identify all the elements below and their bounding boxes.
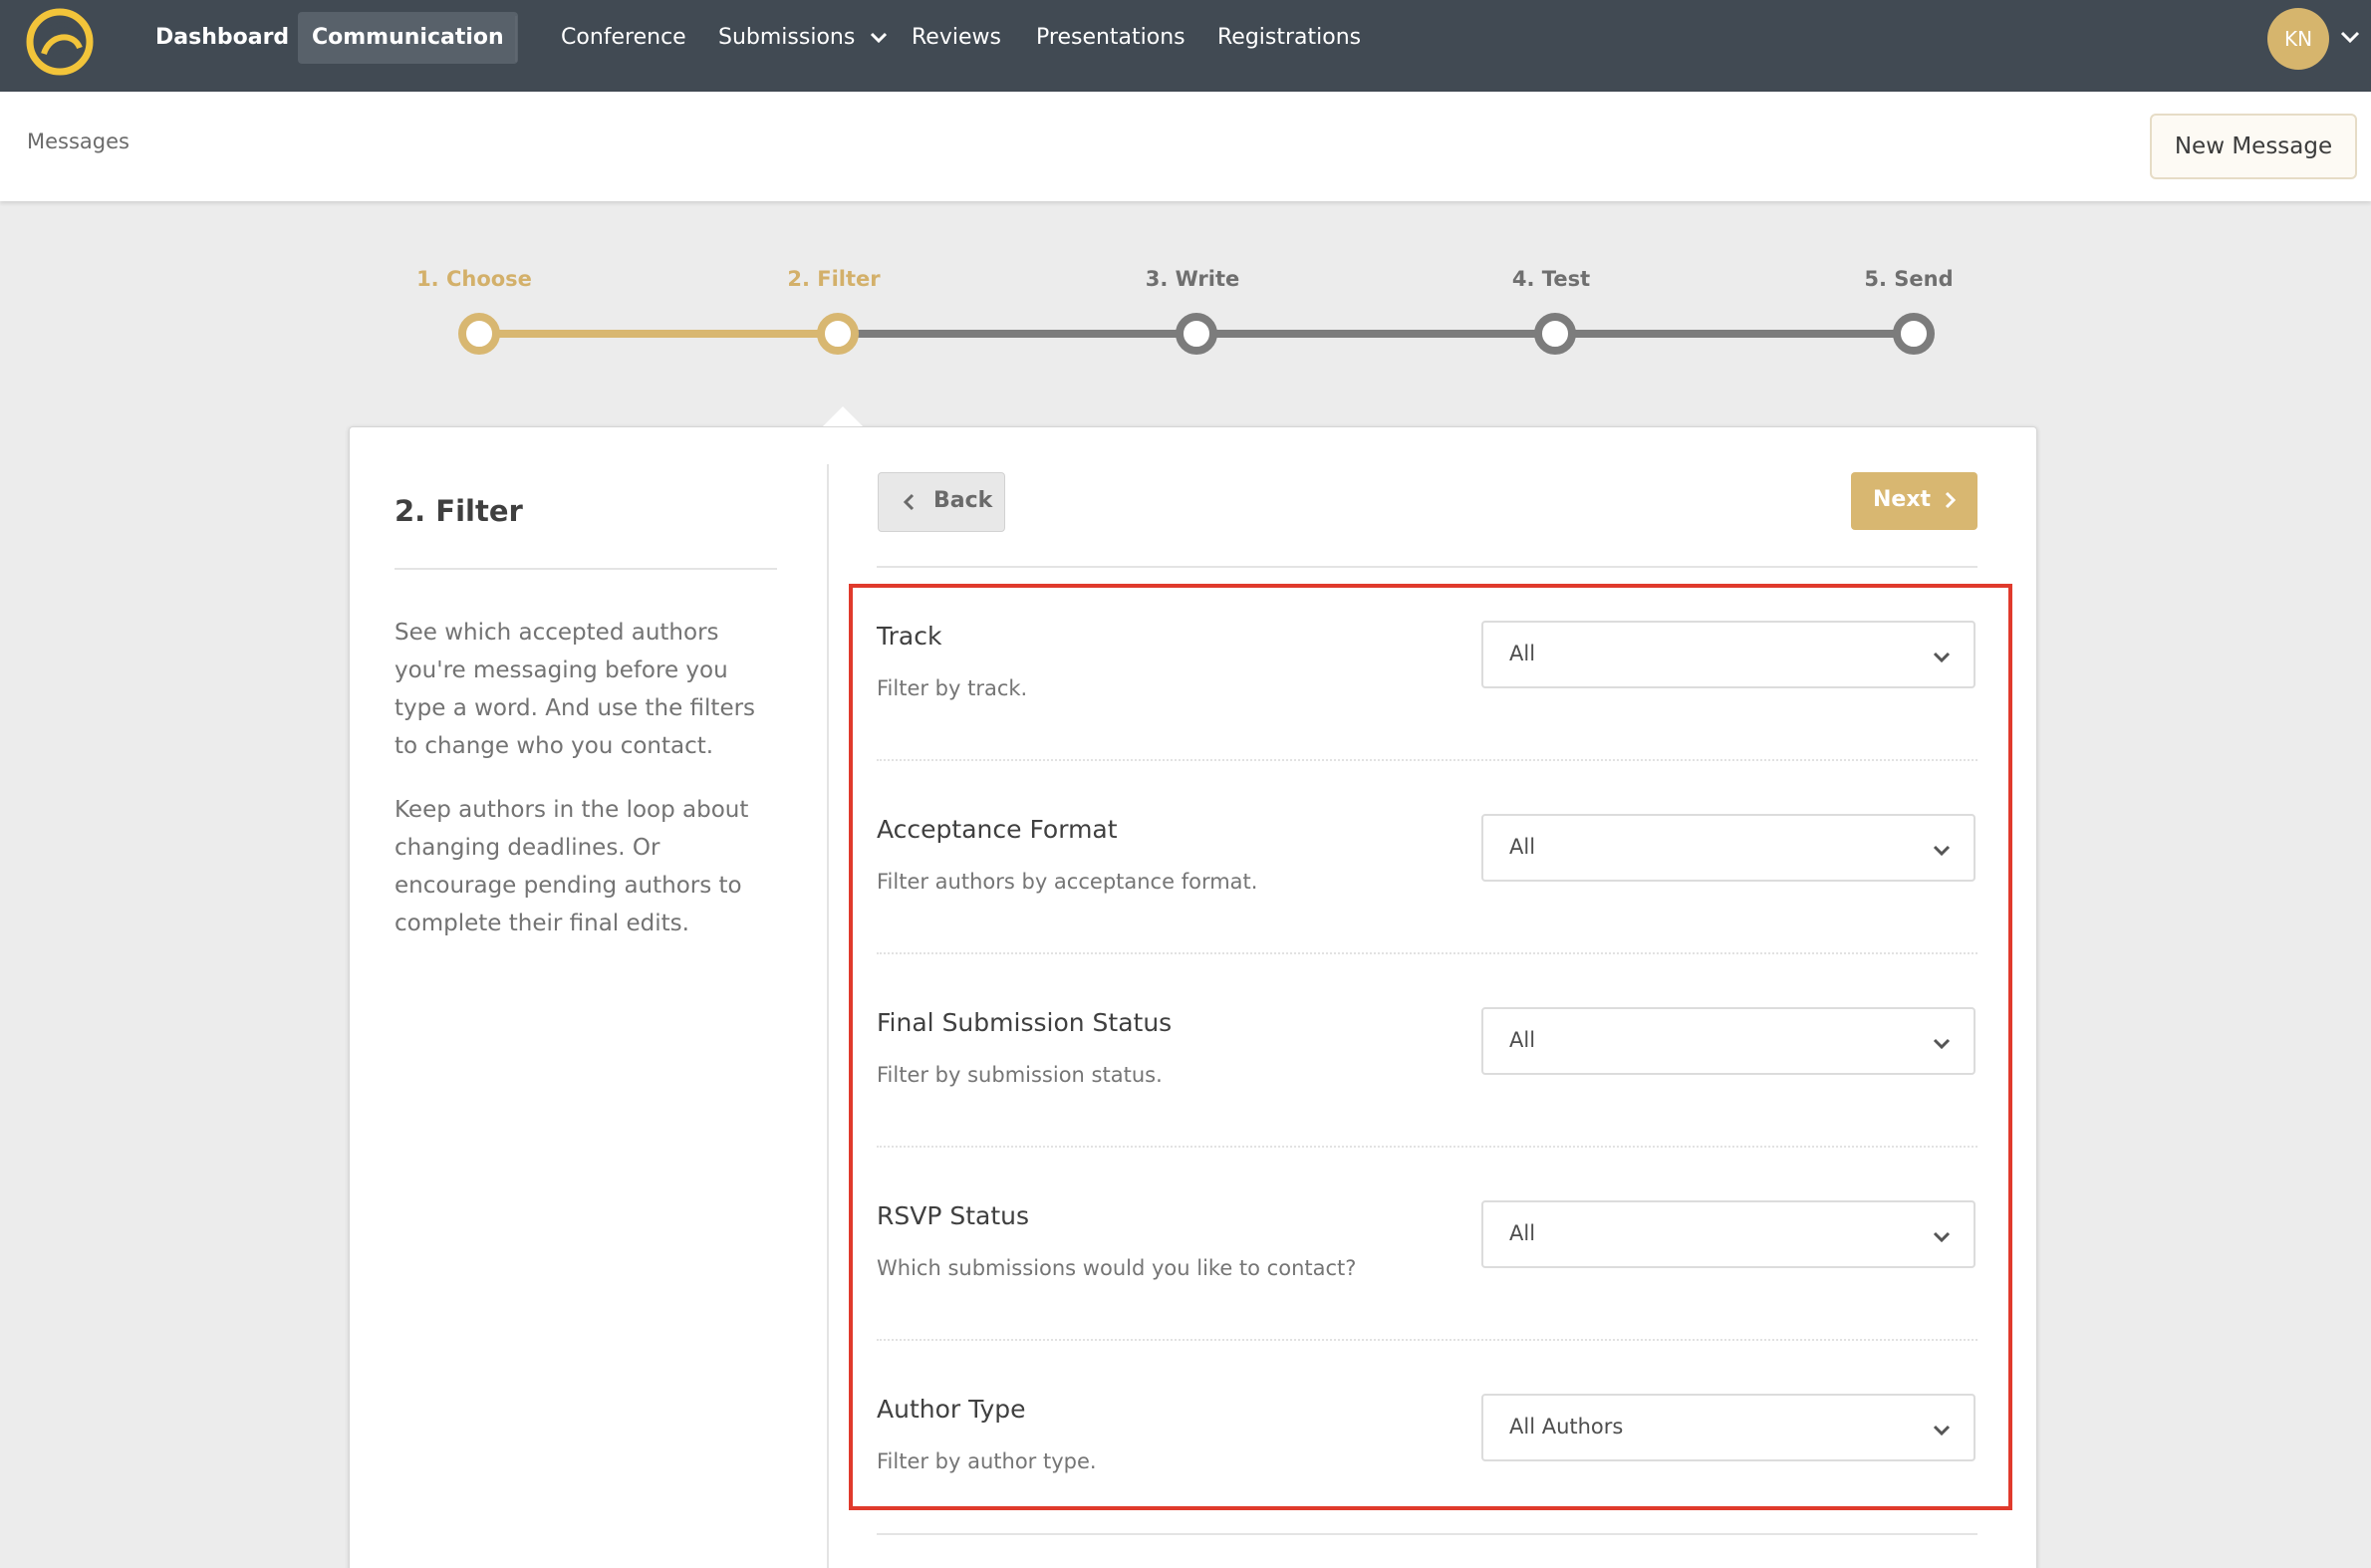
step-node-test[interactable] xyxy=(1534,313,1576,355)
card-pointer xyxy=(823,406,863,426)
step-node-write[interactable] xyxy=(1176,313,1217,355)
back-button-label: Back xyxy=(933,488,993,513)
chevron-down-icon xyxy=(871,32,888,44)
back-button[interactable]: Back xyxy=(878,472,1005,532)
divider xyxy=(877,1533,1977,1535)
step-node-choose[interactable] xyxy=(458,313,500,355)
divider xyxy=(395,568,777,570)
sidebar-paragraph: See which accepted authors you're messag… xyxy=(395,620,756,759)
stepper-track-pending xyxy=(837,330,1913,338)
nav-registrations[interactable]: Registrations xyxy=(1203,12,1375,64)
next-button[interactable]: Next xyxy=(1851,472,1977,530)
nav-presentations[interactable]: Presentations xyxy=(1022,12,1199,64)
nav-submissions-label: Submissions xyxy=(718,25,856,50)
sidebar-title: 2. Filter xyxy=(395,494,523,528)
step-label-choose: 1. Choose xyxy=(416,267,532,291)
filters-highlight-box xyxy=(849,584,2012,1510)
chevron-down-icon[interactable] xyxy=(2337,24,2363,50)
breadcrumb[interactable]: Messages xyxy=(27,130,130,153)
step-label-send: 5. Send xyxy=(1864,267,1954,291)
sidebar-paragraph: Keep authors in the loop about changing … xyxy=(395,797,749,936)
chevron-right-icon xyxy=(1945,491,1957,509)
step-node-filter[interactable] xyxy=(817,313,859,355)
chevron-left-icon xyxy=(903,493,915,511)
top-nav-bar: Dashboard Communication Conference Submi… xyxy=(0,0,2371,92)
step-label-test: 4. Test xyxy=(1511,267,1591,291)
nav-communication[interactable]: Communication xyxy=(298,12,518,64)
spiral-logo-icon[interactable] xyxy=(24,6,96,78)
nav-divider xyxy=(515,16,517,62)
nav-conference[interactable]: Conference xyxy=(547,12,700,64)
new-message-button[interactable]: New Message xyxy=(2150,114,2357,179)
avatar[interactable]: KN xyxy=(2267,8,2329,70)
nav-dashboard[interactable]: Dashboard xyxy=(141,12,303,64)
sub-header: Messages New Message xyxy=(0,92,2371,201)
stepper-track-complete xyxy=(478,330,837,338)
step-node-send[interactable] xyxy=(1893,313,1935,355)
step-label-write: 3. Write xyxy=(1145,267,1240,291)
step-label-filter: 2. Filter xyxy=(787,267,881,291)
nav-submissions[interactable]: Submissions xyxy=(704,12,903,64)
nav-reviews[interactable]: Reviews xyxy=(898,12,1015,64)
next-button-label: Next xyxy=(1873,487,1932,512)
divider xyxy=(877,566,1977,568)
column-divider xyxy=(827,464,829,1568)
